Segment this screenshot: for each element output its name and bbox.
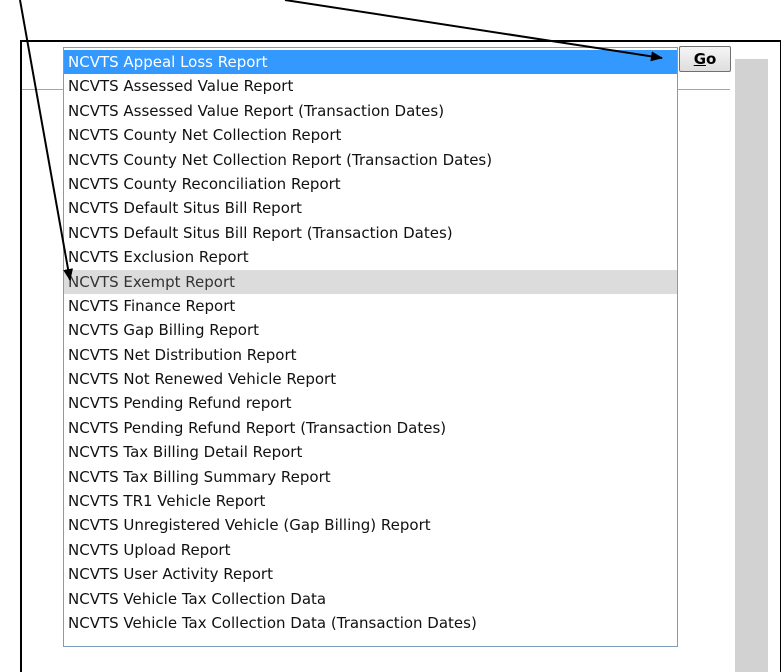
report-option[interactable]: NCVTS Exclusion Report <box>64 245 677 269</box>
go-button-accesskey: G <box>693 50 706 68</box>
report-option[interactable]: NCVTS Appeal Loss Report <box>64 50 677 75</box>
report-option[interactable]: NCVTS Vehicle Tax Collection Data (Trans… <box>64 611 677 635</box>
report-option[interactable]: NCVTS Tax Billing Detail Report <box>64 440 677 464</box>
report-option[interactable]: NCVTS Pending Refund report <box>64 391 677 415</box>
header-divider-right <box>678 89 730 90</box>
report-option[interactable]: NCVTS Not Renewed Vehicle Report <box>64 367 677 391</box>
report-option[interactable]: NCVTS Upload Report <box>64 538 677 562</box>
report-option[interactable]: NCVTS Vehicle Tax Collection Data <box>64 587 677 611</box>
report-option[interactable]: NCVTS County Net Collection Report <box>64 123 677 147</box>
go-button[interactable]: Go <box>679 46 731 72</box>
report-option[interactable]: NCVTS User Activity Report <box>64 562 677 586</box>
report-option[interactable]: NCVTS Exempt Report <box>64 269 677 294</box>
report-option[interactable]: NCVTS Net Distribution Report <box>64 343 677 367</box>
report-option[interactable]: NCVTS Assessed Value Report (Transaction… <box>64 99 677 123</box>
report-option[interactable]: NCVTS Pending Refund Report (Transaction… <box>64 416 677 440</box>
report-option[interactable]: NCVTS Finance Report <box>64 294 677 318</box>
header-divider <box>22 89 64 90</box>
go-button-label: o <box>706 50 717 68</box>
report-option[interactable]: NCVTS County Net Collection Report (Tran… <box>64 148 677 172</box>
report-option[interactable]: NCVTS Gap Billing Report <box>64 318 677 342</box>
report-option[interactable]: NCVTS Default Situs Bill Report (Transac… <box>64 221 677 245</box>
report-option[interactable]: NCVTS County Reconciliation Report <box>64 172 677 196</box>
report-option[interactable]: NCVTS TR1 Vehicle Report <box>64 489 677 513</box>
report-option[interactable]: NCVTS Assessed Value Report <box>64 74 677 98</box>
report-option[interactable]: NCVTS Default Situs Bill Report <box>64 196 677 220</box>
screenshot-stage: NCVTS Appeal Loss Report NCVTS Assessed V… <box>0 0 781 672</box>
report-select-listbox[interactable]: NCVTS Appeal Loss Report NCVTS Assessed V… <box>63 47 678 647</box>
report-option[interactable]: NCVTS Tax Billing Summary Report <box>64 465 677 489</box>
side-panel-strip <box>735 59 768 672</box>
report-option[interactable]: NCVTS Unregistered Vehicle (Gap Billing)… <box>64 513 677 537</box>
